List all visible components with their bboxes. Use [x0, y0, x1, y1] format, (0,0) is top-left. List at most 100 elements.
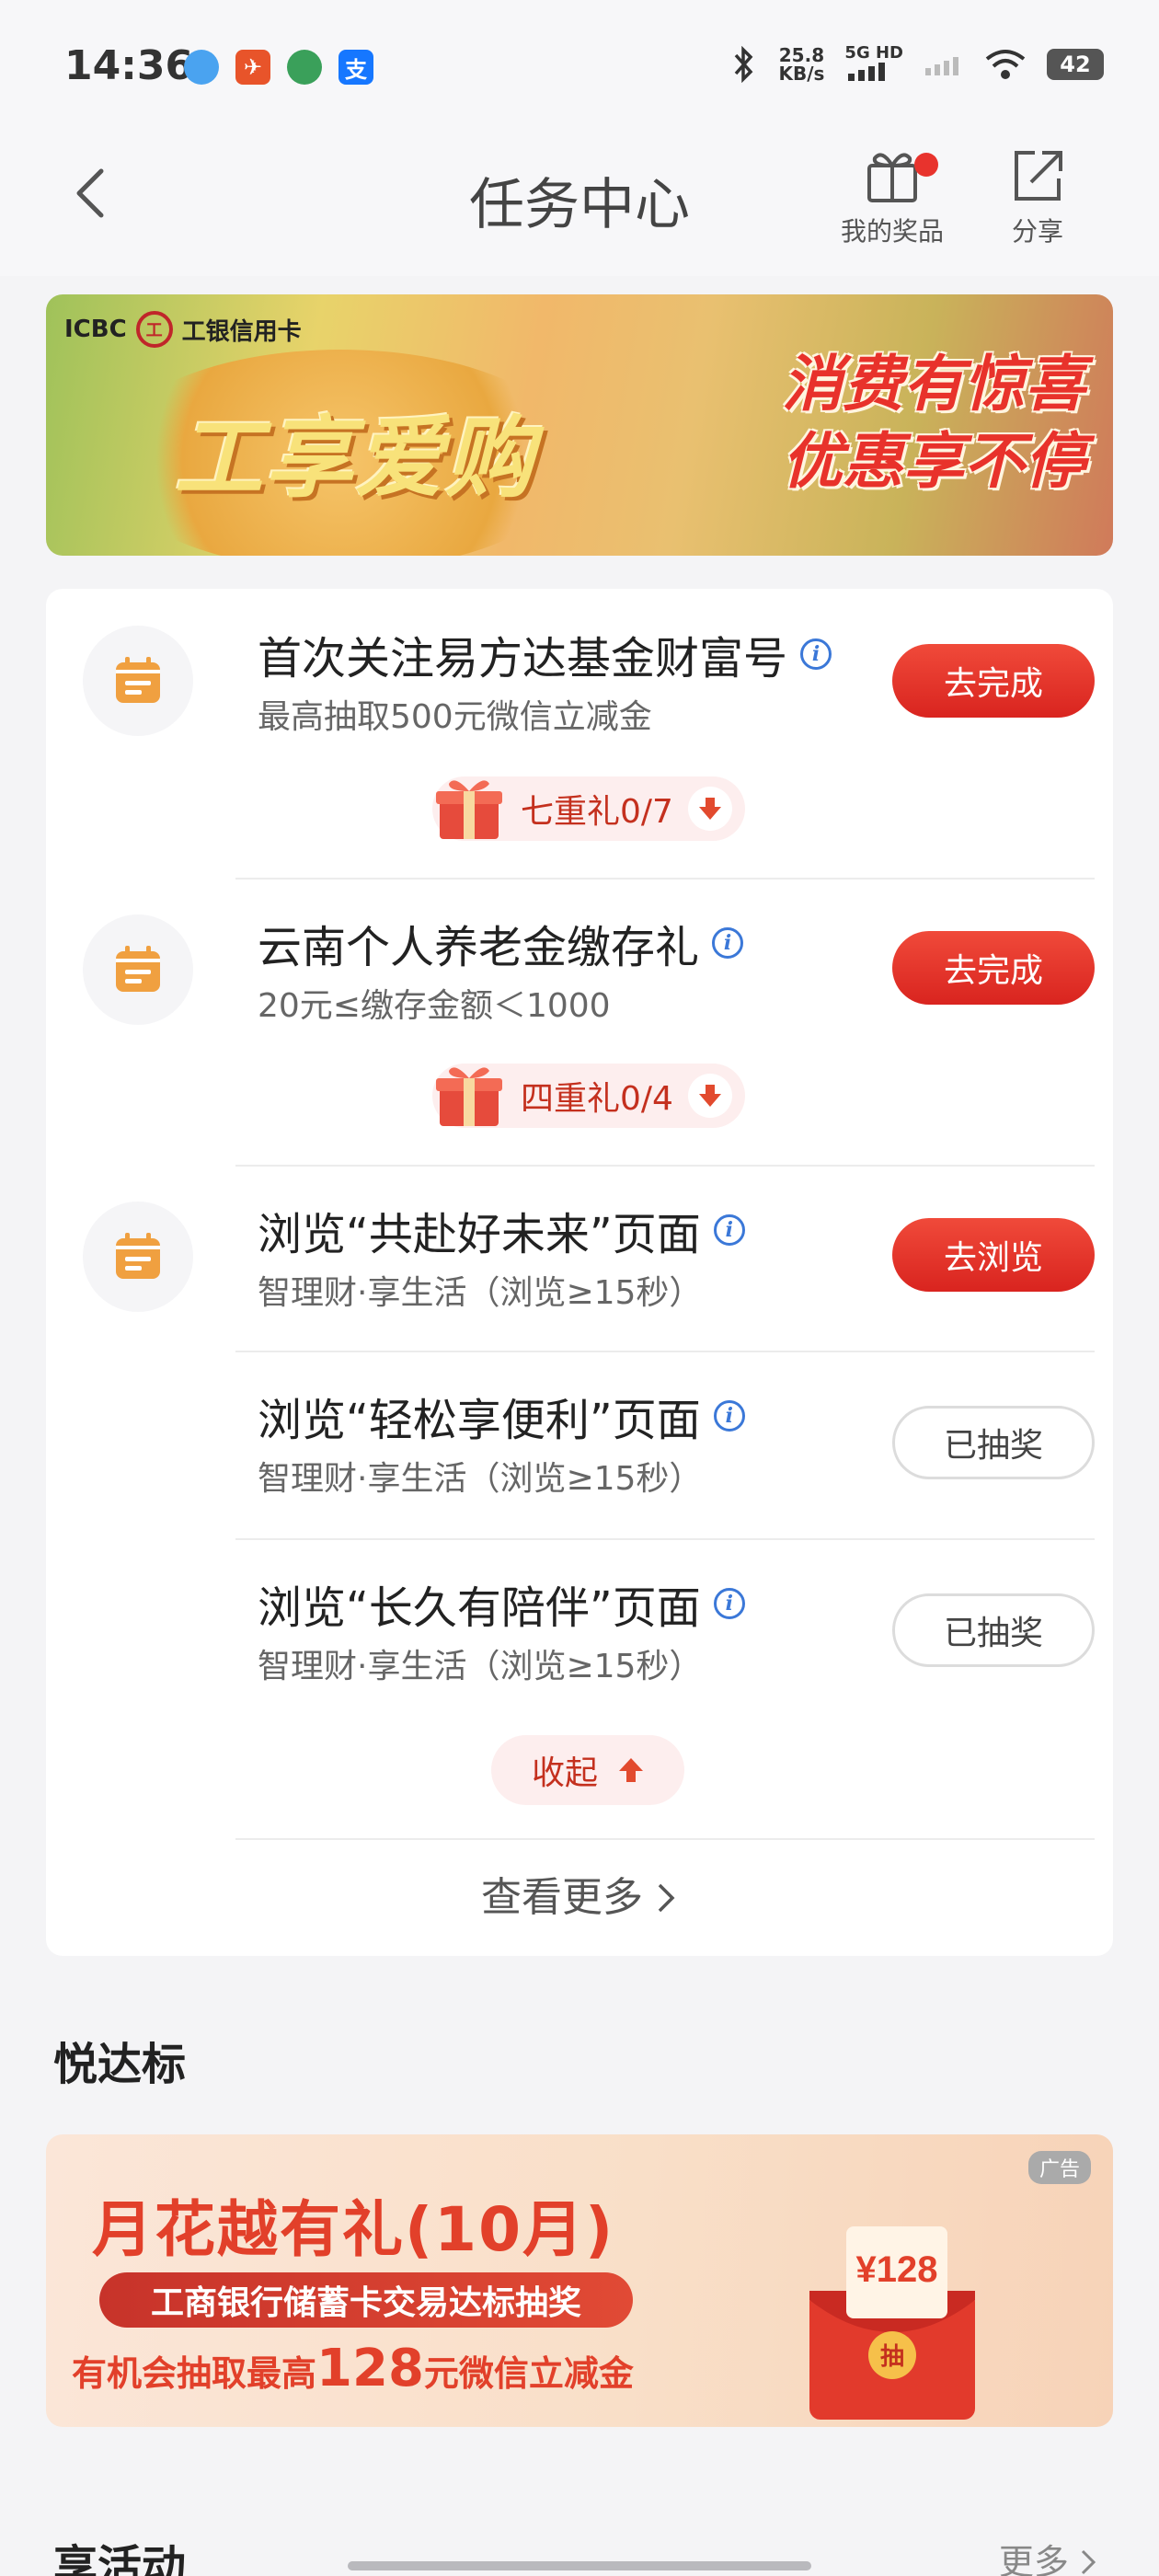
alipay-icon: 支: [339, 50, 373, 85]
net-speed-unit: KB/s: [778, 63, 825, 85]
task-subtitle: 智理财·享生活（浏览≥15秒）: [258, 1460, 703, 1498]
task-title: 浏览“长久有陪伴”页面 i: [258, 1571, 745, 1636]
task-title-text: 首次关注易方达基金财富号: [258, 633, 788, 684]
collapse-arrow-icon: [619, 1758, 643, 1782]
my-prizes-label: 我的奖品: [840, 216, 944, 247]
browse-button[interactable]: 去浏览: [892, 1218, 1095, 1292]
section-title-activities: 享活动: [53, 2541, 187, 2576]
share-button[interactable]: 分享: [973, 145, 1102, 248]
view-more-label: 查看更多: [481, 1874, 643, 1921]
gift-icon: [436, 780, 502, 839]
signal-icon: [848, 63, 886, 81]
notification-dot: [914, 153, 938, 177]
red-envelope-icon: ¥128 抽: [809, 2226, 975, 2420]
collapse-button[interactable]: 收起: [491, 1735, 684, 1805]
task-title: 浏览“共赴好未来”页面 i: [258, 1198, 745, 1262]
gift-icon: [436, 1067, 502, 1126]
signal-5g: 5G HD: [844, 44, 903, 85]
task-title-text: 云南个人养老金缴存礼: [258, 922, 700, 973]
share-label: 分享: [1011, 216, 1063, 247]
info-icon[interactable]: i: [712, 927, 744, 959]
icbc-seal-icon: 工: [135, 311, 173, 348]
signal-weak-icon: [925, 57, 958, 75]
ad-strip: 工商银行储蓄卡交易达标抽奖: [99, 2272, 633, 2328]
chevron-right-icon: [658, 1883, 675, 1913]
divider: [235, 1165, 1095, 1167]
app-orange-icon: ✈: [235, 50, 270, 85]
chevron-right-icon: [1081, 2549, 1096, 2575]
task-title: 云南个人养老金缴存礼 i: [258, 911, 744, 975]
ad-badge: 广告: [1027, 2151, 1091, 2184]
view-more-link[interactable]: 查看更多: [46, 1864, 1113, 1923]
promo-banner[interactable]: ICBC 工 工银信用卡 工享爱购 消费有惊喜 优惠享不停: [46, 294, 1113, 556]
gift-tier-pill[interactable]: 七重礼0/7: [432, 776, 745, 841]
app-green-icon: [287, 50, 322, 85]
task-subtitle: 20元≤缴存金额＜1000: [258, 987, 611, 1025]
divider: [235, 878, 1095, 880]
more-activities-link[interactable]: 更多: [999, 2534, 1098, 2576]
status-app-icons: ✈ 支: [184, 50, 373, 85]
info-icon[interactable]: i: [713, 1400, 745, 1432]
divider: [235, 1538, 1095, 1540]
ad-line-prefix: 有机会抽取最高: [72, 2353, 317, 2394]
card-label: 工银信用卡: [181, 317, 302, 346]
status-time: 14:36: [64, 42, 194, 89]
net-speed-value: 25.8: [778, 44, 825, 66]
wifi-icon: [985, 50, 1026, 79]
more-activities-label: 更多: [998, 2542, 1069, 2576]
ad-title: 月花越有礼(10月): [92, 2194, 615, 2265]
bluetooth-icon: [735, 46, 753, 83]
calendar-icon: [83, 1202, 193, 1312]
banner-brand-text: 工享爱购: [175, 407, 535, 510]
divider: [235, 1351, 1095, 1352]
task-subtitle: 智理财·享生活（浏览≥15秒）: [258, 1274, 703, 1312]
my-prizes-button[interactable]: 我的奖品: [828, 145, 957, 248]
drawn-status-button[interactable]: 已抽奖: [892, 1406, 1095, 1479]
collapse-label: 收起: [531, 1754, 598, 1792]
calendar-icon: [83, 914, 193, 1025]
task-title: 浏览“轻松享便利”页面 i: [258, 1384, 745, 1448]
icbc-logo: ICBC 工 工银信用卡: [64, 311, 302, 348]
battery-icon: 42: [1047, 49, 1104, 80]
task-subtitle: 智理财·享生活（浏览≥15秒）: [258, 1648, 703, 1685]
gift-outline-icon: [867, 153, 917, 202]
task-title-text: 浏览“轻松享便利”页面: [258, 1395, 701, 1446]
expand-arrow-icon: [687, 787, 732, 831]
qq-browser-icon: [184, 50, 219, 85]
drawn-status-button[interactable]: 已抽奖: [892, 1593, 1095, 1667]
section-title-yueda: 悦达标: [53, 2039, 187, 2090]
envelope-char: 抽: [880, 2343, 904, 2371]
task-title-text: 浏览“长久有陪伴”页面: [258, 1582, 701, 1634]
calendar-icon: [83, 626, 193, 736]
complete-button[interactable]: 去完成: [892, 644, 1095, 718]
complete-button[interactable]: 去完成: [892, 931, 1095, 1005]
envelope-amount: ¥128: [856, 2249, 938, 2290]
info-icon[interactable]: i: [713, 1214, 745, 1246]
share-icon: [1015, 151, 1062, 201]
gift-tier-label: 四重礼0/4: [521, 1080, 673, 1118]
status-indicators: 25.8 KB/s 5G HD 42: [730, 44, 1104, 85]
banner-slogan: 消费有惊喜 优惠享不停: [782, 346, 1085, 500]
divider: [235, 1838, 1095, 1840]
task-list-card: 首次关注易方达基金财富号 i 最高抽取500元微信立减金 去完成 七重礼0/7 …: [46, 589, 1113, 1956]
gift-tier-pill[interactable]: 四重礼0/4: [432, 1064, 745, 1128]
task-title: 首次关注易方达基金财富号 i: [258, 622, 832, 686]
ad-line-amount: 128: [316, 2339, 424, 2398]
ad-description: 有机会抽取最高128元微信立减金: [72, 2339, 634, 2398]
task-subtitle: 最高抽取500元微信立减金: [258, 698, 652, 736]
net-type: 5G HD: [844, 43, 903, 63]
info-icon[interactable]: i: [713, 1588, 745, 1619]
icbc-label: ICBC: [64, 316, 127, 343]
gift-tier-label: 七重礼0/7: [521, 793, 673, 831]
net-speed: 25.8 KB/s: [778, 46, 824, 83]
home-indicator[interactable]: [348, 2561, 811, 2570]
slogan-line-1: 消费有惊喜: [782, 349, 1085, 420]
slogan-line-2: 优惠享不停: [782, 426, 1085, 497]
info-icon[interactable]: i: [800, 638, 832, 670]
ad-banner[interactable]: 广告 月花越有礼(10月) 工商银行储蓄卡交易达标抽奖 有机会抽取最高128元微…: [46, 2134, 1113, 2427]
expand-arrow-icon: [687, 1074, 732, 1118]
task-title-text: 浏览“共赴好未来”页面: [258, 1209, 701, 1260]
header: 任务中心 我的奖品 分享: [0, 138, 1159, 276]
status-bar: 14:36 ✈ 支 25.8 KB/s 5G HD 42: [0, 0, 1159, 138]
ad-line-suffix: 元微信立减金: [423, 2353, 634, 2394]
